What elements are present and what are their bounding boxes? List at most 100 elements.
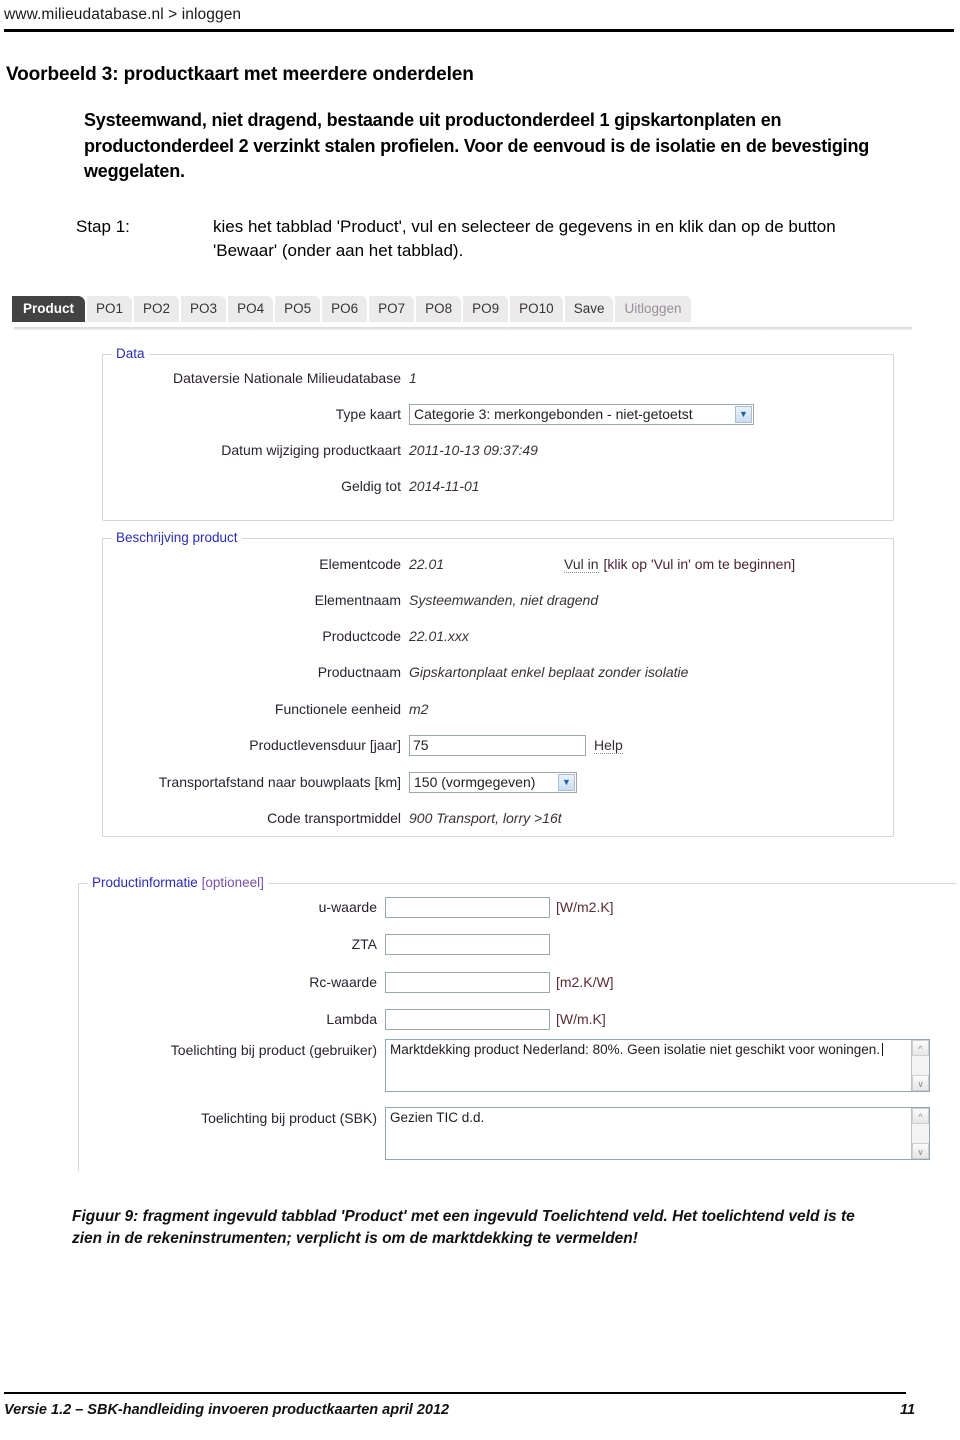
row-lambda: Lambda [W/m.K] (79, 1008, 957, 1030)
description-legend: Beschrijving product (112, 530, 242, 545)
tab-save[interactable]: Save (564, 295, 614, 322)
row-zta: ZTA (79, 933, 957, 955)
tab-uitloggen[interactable]: Uitloggen (615, 295, 691, 322)
chevron-down-icon[interactable]: ▼ (735, 405, 752, 423)
tab-po3[interactable]: PO3 (181, 295, 227, 322)
u-waarde-input[interactable] (385, 896, 550, 918)
row-datum-wijziging: Datum wijziging productkaart 2011-10-13 … (103, 439, 893, 461)
productcode-label: Productcode (322, 628, 401, 644)
tab-po8[interactable]: PO8 (416, 295, 462, 322)
row-transportafstand: Transportafstand naar bouwplaats [km] 15… (103, 771, 893, 793)
row-toelichting-gebruiker: Toelichting bij product (gebruiker) Mark… (79, 1039, 957, 1092)
vul-in-link[interactable]: Vul in (564, 556, 599, 573)
vul-in-hint: [klik op 'Vul in' om te beginnen] (603, 556, 796, 572)
chevron-down-icon[interactable]: ▼ (558, 773, 575, 791)
u-waarde-label: u-waarde (318, 899, 377, 915)
elementcode-value: 22.01 (409, 556, 445, 572)
datum-wijziging-value: 2011-10-13 09:37:49 (409, 442, 538, 458)
row-u-waarde: u-waarde [W/m2.K] (79, 896, 957, 918)
tab-product[interactable]: Product (12, 295, 86, 322)
code-transportmiddel-value: 900 Transport, lorry >16t (409, 810, 562, 826)
header-rule (4, 29, 954, 32)
geldig-tot-value: 2014-11-01 (409, 478, 480, 494)
scrollbar-vertical[interactable]: ^ ∨ (911, 1108, 929, 1159)
dataversie-value: 1 (409, 370, 417, 386)
scrollbar-vertical[interactable]: ^ ∨ (911, 1040, 929, 1091)
row-toelichting-sbk: Toelichting bij product (SBK) Gezien TIC… (79, 1107, 957, 1160)
row-elementcode: Elementcode 22.01 Vul in [klik op 'Vul i… (103, 553, 893, 575)
footer-rule (4, 1392, 906, 1394)
product-info-legend-main: Productinformatie (92, 875, 198, 890)
row-productlevensduur: Productlevensduur [jaar] Help (103, 734, 893, 756)
datum-wijziging-label: Datum wijziging productkaart (221, 442, 401, 458)
transportafstand-label: Transportafstand naar bouwplaats [km] (158, 774, 401, 790)
scroll-up-icon[interactable]: ^ (912, 1040, 929, 1056)
toelichting-gebruiker-value: Marktdekking product Nederland: 80%. Gee… (390, 1042, 881, 1057)
type-kaart-selected-value: Categorie 3: merkongebonden - niet-getoe… (414, 405, 693, 422)
tab-po5[interactable]: PO5 (275, 295, 321, 322)
product-info-legend: Productinformatie [optioneel] (88, 875, 268, 890)
footer-text: Versie 1.2 – SBK-handleiding invoeren pr… (4, 1402, 450, 1418)
productlevensduur-input[interactable] (409, 734, 586, 756)
text-caret (882, 1043, 884, 1056)
step-label: Stap 1: (76, 217, 130, 236)
step-text: kies het tabblad 'Product', vul en selec… (213, 217, 836, 261)
toelichting-sbk-textarea[interactable]: Gezien TIC d.d. ^ ∨ (385, 1107, 930, 1160)
rc-waarde-label: Rc-waarde (309, 974, 377, 990)
lead-paragraph: Systeemwand, niet dragend, bestaande uit… (84, 110, 870, 182)
page-number: 11 (900, 1402, 916, 1418)
transportafstand-selected-value: 150 (vormgegeven) (414, 773, 536, 790)
toelichting-gebruiker-label: Toelichting bij product (gebruiker) (170, 1042, 377, 1058)
productnaam-value: Gipskartonplaat enkel beplaat zonder iso… (409, 664, 689, 680)
lambda-label: Lambda (326, 1011, 377, 1027)
row-geldig-tot: Geldig tot 2014-11-01 (103, 475, 893, 497)
productnaam-label: Productnaam (317, 664, 401, 680)
elementnaam-value: Systeemwanden, niet dragend (409, 592, 599, 608)
zta-label: ZTA (351, 936, 377, 952)
tab-po6[interactable]: PO6 (322, 295, 368, 322)
scroll-up-icon[interactable]: ^ (912, 1108, 929, 1124)
type-kaart-select[interactable]: Categorie 3: merkongebonden - niet-getoe… (409, 403, 754, 425)
elementnaam-label: Elementnaam (314, 592, 401, 608)
lambda-input[interactable] (385, 1008, 550, 1030)
lambda-unit: [W/m.K] (556, 1011, 606, 1027)
row-rc-waarde: Rc-waarde [m2.K/W] (79, 971, 957, 993)
tab-po7[interactable]: PO7 (369, 295, 415, 322)
rc-waarde-unit: [m2.K/W] (556, 974, 614, 990)
tab-po9[interactable]: PO9 (463, 295, 509, 322)
elementcode-label: Elementcode (319, 556, 401, 572)
toelichting-sbk-value: Gezien TIC d.d. (390, 1110, 485, 1125)
row-functionele-eenheid: Functionele eenheid m2 (103, 698, 893, 720)
dataversie-label: Dataversie Nationale Milieudatabase (172, 370, 401, 386)
data-fieldset: Data Dataversie Nationale Milieudatabase… (102, 346, 894, 521)
tab-po2[interactable]: PO2 (134, 295, 180, 322)
transportafstand-select[interactable]: 150 (vormgegeven) ▼ (409, 771, 577, 793)
tabbar-separator (14, 327, 912, 330)
row-elementnaam: Elementnaam Systeemwanden, niet dragend (103, 589, 893, 611)
tab-po1[interactable]: PO1 (87, 295, 133, 322)
help-link[interactable]: Help (594, 737, 623, 754)
app-screenshot: Product PO1 PO2 PO3 PO4 PO5 PO6 PO7 PO8 … (0, 288, 960, 1188)
toelichting-sbk-label: Toelichting bij product (SBK) (201, 1110, 377, 1126)
scroll-down-icon[interactable]: ∨ (912, 1075, 929, 1091)
tab-po4[interactable]: PO4 (228, 295, 274, 322)
toelichting-gebruiker-textarea[interactable]: Marktdekking product Nederland: 80%. Gee… (385, 1039, 930, 1092)
tab-bar: Product PO1 PO2 PO3 PO4 PO5 PO6 PO7 PO8 … (12, 295, 693, 322)
data-legend: Data (112, 346, 149, 361)
zta-input[interactable] (385, 933, 550, 955)
rc-waarde-input[interactable] (385, 971, 550, 993)
breadcrumb: www.milieudatabase.nl > inloggen (4, 6, 242, 23)
row-type-kaart: Type kaart Categorie 3: merkongebonden -… (103, 403, 893, 425)
functionele-eenheid-value: m2 (409, 701, 429, 717)
product-info-fieldset: Productinformatie [optioneel] u-waarde [… (78, 875, 957, 1172)
type-kaart-label: Type kaart (335, 406, 401, 422)
product-info-legend-optional: [optioneel] (197, 875, 264, 890)
productlevensduur-label: Productlevensduur [jaar] (249, 737, 401, 753)
u-waarde-unit: [W/m2.K] (556, 899, 614, 915)
functionele-eenheid-label: Functionele eenheid (274, 701, 401, 717)
row-productcode: Productcode 22.01.xxx (103, 625, 893, 647)
row-dataversie: Dataversie Nationale Milieudatabase 1 (103, 367, 893, 389)
row-code-transportmiddel: Code transportmiddel 900 Transport, lorr… (103, 807, 893, 829)
scroll-down-icon[interactable]: ∨ (912, 1143, 929, 1159)
tab-po10[interactable]: PO10 (510, 295, 563, 322)
